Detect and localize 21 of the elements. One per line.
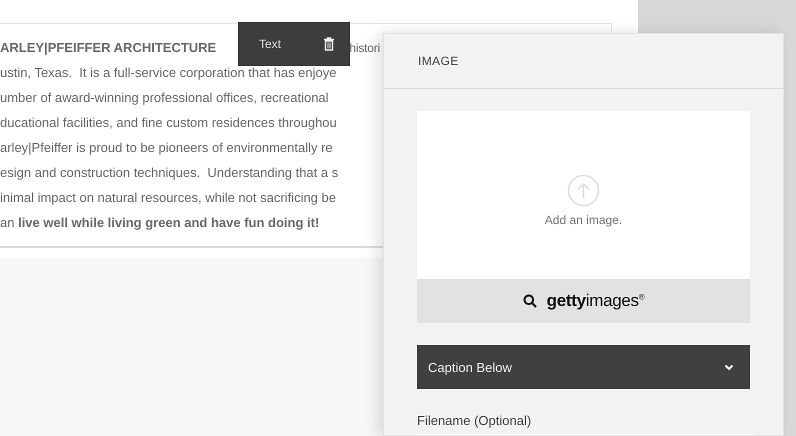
body-text-line: arley|Pfeiffer is proud to be pioneers of environmentally re	[0, 140, 333, 155]
search-icon	[522, 294, 537, 308]
upload-icon	[567, 174, 600, 206]
text-block-button[interactable]: Text	[259, 37, 282, 51]
caption-select[interactable]: Caption Below	[417, 345, 750, 389]
body-text-line: an live well while living green and have fun doing it!	[0, 215, 320, 230]
body-text-line: umber of award-winning professional offices, recreational	[0, 90, 329, 105]
stock-logo: gettyimages$^{®}$	[546, 291, 644, 311]
delete-icon[interactable]	[323, 37, 335, 51]
body-text-line: ARLEY|PFEIFFER ARCHITECTURE	[0, 40, 216, 55]
body-text-line: ustin, Texas. It is a full-service corporation that has enjoye	[0, 65, 336, 80]
caret-icon	[724, 364, 734, 370]
panel-title: IMAGE	[418, 54, 459, 68]
field-label: Filename (Optional)	[417, 413, 532, 428]
stock-image-search-button[interactable]: gettyimages$^{®}$	[417, 279, 750, 323]
body-text-line: ducational facilities, and fine custom residences throughou	[0, 115, 337, 130]
image-upload-area[interactable]: Add an image.	[417, 111, 750, 279]
body-text-line: inimal impact on natural resources, while not sacrificing be	[0, 190, 336, 205]
body-text-line: esign and construction techniques. Understanding that a s	[0, 165, 338, 180]
upload-hint: Add an image.	[544, 212, 622, 226]
body-text-line: histori	[349, 40, 380, 54]
